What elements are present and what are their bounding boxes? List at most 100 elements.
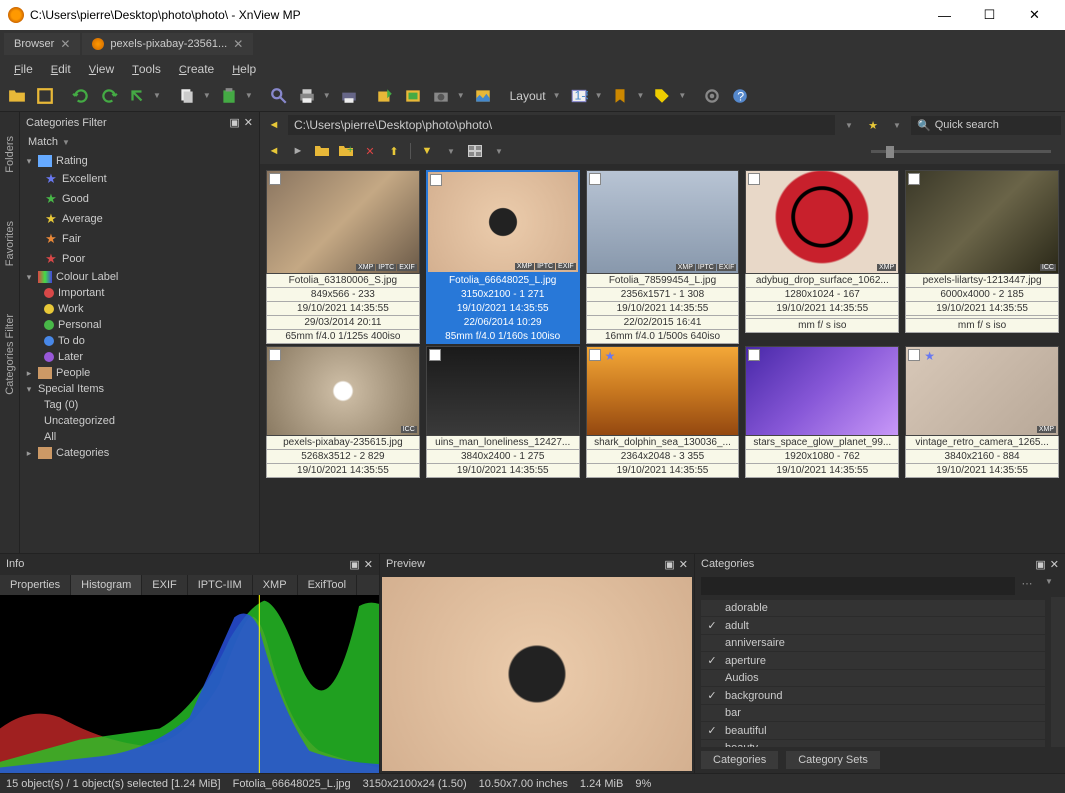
category-item[interactable]: ✓background bbox=[701, 687, 1045, 704]
close-icon[interactable]: ✕ bbox=[60, 37, 70, 51]
thumb-checkbox[interactable] bbox=[589, 173, 601, 185]
refresh-cw-button[interactable] bbox=[96, 83, 122, 109]
export-button[interactable] bbox=[372, 83, 398, 109]
categories-filter-tab[interactable]: Categories Filter bbox=[4, 310, 16, 399]
menu-file[interactable]: File bbox=[6, 60, 41, 78]
category-more-button[interactable]: ⋯ bbox=[1017, 577, 1037, 595]
dropdown-icon[interactable]: ▼ bbox=[200, 91, 214, 100]
tab-image[interactable]: pexels-pixabay-23561...✕ bbox=[82, 33, 253, 55]
thumb-checkbox[interactable] bbox=[430, 174, 442, 186]
category-item[interactable]: anniversaire bbox=[701, 635, 1045, 651]
camera-button[interactable] bbox=[428, 83, 454, 109]
thumbnail-cell[interactable]: ICCpexels-lilartsy-1213447.jpg6000x4000 … bbox=[905, 170, 1059, 344]
undock-icon[interactable]: ▣ bbox=[664, 558, 674, 571]
close-icon[interactable]: ✕ bbox=[679, 558, 688, 571]
tree-todo[interactable]: To do bbox=[20, 333, 259, 349]
thumbnail-cell[interactable]: ICCpexels-pixabay-235615.jpg5268x3512 - … bbox=[266, 346, 420, 478]
dropdown-icon[interactable]: ▼ bbox=[441, 141, 461, 161]
dropdown-icon[interactable]: ▼ bbox=[592, 91, 606, 100]
close-icon[interactable]: ✕ bbox=[244, 116, 253, 129]
tab-iptc[interactable]: IPTC-IIM bbox=[188, 575, 253, 595]
dropdown-icon[interactable]: ▼ bbox=[1039, 577, 1059, 595]
thumb-checkbox[interactable] bbox=[589, 349, 601, 361]
tab-category-sets[interactable]: Category Sets bbox=[786, 751, 880, 769]
picture-button[interactable] bbox=[470, 83, 496, 109]
batch-button[interactable] bbox=[400, 83, 426, 109]
tree-good[interactable]: ★Good bbox=[20, 189, 259, 209]
thumbnail-cell[interactable]: ★XMPvintage_retro_camera_1265...3840x216… bbox=[905, 346, 1059, 478]
quick-search[interactable]: 🔍Quick search bbox=[911, 116, 1061, 135]
tree-categories[interactable]: ▸Categories bbox=[20, 445, 259, 461]
thumb-checkbox[interactable] bbox=[429, 349, 441, 361]
thumb-checkbox[interactable] bbox=[908, 173, 920, 185]
settings-button[interactable] bbox=[699, 83, 725, 109]
path-field[interactable]: C:\Users\pierre\Desktop\photo\photo\ bbox=[288, 115, 835, 135]
refresh-ccw-button[interactable] bbox=[68, 83, 94, 109]
tab-histogram[interactable]: Histogram bbox=[71, 575, 142, 595]
layout-label[interactable]: Layout bbox=[506, 89, 550, 103]
fullscreen-button[interactable] bbox=[32, 83, 58, 109]
tab-categories[interactable]: Categories bbox=[701, 751, 778, 769]
path-dropdown[interactable]: ▼ bbox=[839, 115, 859, 135]
category-item[interactable]: beauty bbox=[701, 740, 1045, 747]
folders-tab[interactable]: Folders bbox=[4, 132, 16, 177]
filter-button[interactable]: ▼ bbox=[417, 141, 437, 161]
help-button[interactable]: ? bbox=[727, 83, 753, 109]
thumbnail-cell[interactable]: ★shark_dolphin_sea_130036_...2364x2048 -… bbox=[586, 346, 740, 478]
sort-button[interactable]: 1-5 bbox=[566, 83, 592, 109]
close-icon[interactable]: ✕ bbox=[1050, 558, 1059, 571]
close-button[interactable]: ✕ bbox=[1012, 0, 1057, 30]
match-dropdown[interactable]: Match▼ bbox=[20, 133, 259, 151]
tab-properties[interactable]: Properties bbox=[0, 575, 71, 595]
tab-exif[interactable]: EXIF bbox=[142, 575, 187, 595]
maximize-button[interactable]: ☐ bbox=[967, 0, 1012, 30]
tab-browser[interactable]: Browser✕ bbox=[4, 33, 80, 55]
search-button[interactable] bbox=[266, 83, 292, 109]
minimize-button[interactable]: — bbox=[922, 0, 967, 30]
dropdown-icon[interactable]: ▼ bbox=[633, 91, 647, 100]
tree-uncategorized[interactable]: Uncategorized bbox=[20, 413, 259, 429]
menu-help[interactable]: Help bbox=[224, 60, 264, 78]
tree-average[interactable]: ★Average bbox=[20, 209, 259, 229]
tree-rating[interactable]: ▾Rating bbox=[20, 153, 259, 169]
close-icon[interactable]: ✕ bbox=[364, 558, 373, 571]
tree-people[interactable]: ▸People bbox=[20, 365, 259, 381]
dropdown-icon[interactable]: ▼ bbox=[887, 115, 907, 135]
nav-back[interactable]: ◄ bbox=[264, 141, 284, 161]
close-icon[interactable]: ✕ bbox=[233, 37, 243, 51]
print-button[interactable] bbox=[294, 83, 320, 109]
up-button[interactable]: ⬆ bbox=[384, 141, 404, 161]
thumb-checkbox[interactable] bbox=[748, 349, 760, 361]
favorite-button[interactable]: ★ bbox=[863, 115, 883, 135]
category-filter-input[interactable] bbox=[701, 577, 1015, 595]
category-item[interactable]: Audios bbox=[701, 670, 1045, 686]
menu-edit[interactable]: Edit bbox=[43, 60, 79, 78]
thumbnail-cell[interactable]: stars_space_glow_planet_99...1920x1080 -… bbox=[745, 346, 899, 478]
tree-fair[interactable]: ★Fair bbox=[20, 229, 259, 249]
tree-all[interactable]: All bbox=[20, 429, 259, 445]
back-button[interactable]: ◄ bbox=[264, 115, 284, 135]
view-mode-button[interactable] bbox=[465, 141, 485, 161]
undock-icon[interactable]: ▣ bbox=[1035, 558, 1045, 571]
bookmark-button[interactable] bbox=[607, 83, 633, 109]
category-item[interactable]: ✓adult bbox=[701, 617, 1045, 634]
folder-button[interactable] bbox=[312, 141, 332, 161]
menu-create[interactable]: Create bbox=[171, 60, 222, 78]
thumbnail-cell[interactable]: XMPIPTCEXIFFotolia_78599454_L.jpg2356x15… bbox=[586, 170, 740, 344]
category-item[interactable]: ✓beautiful bbox=[701, 722, 1045, 739]
nav-forward[interactable]: ► bbox=[288, 141, 308, 161]
tag-button[interactable] bbox=[649, 83, 675, 109]
thumbnail-cell[interactable]: XMPIPTCEXIFFotolia_63180006_S.jpg849x566… bbox=[266, 170, 420, 344]
tab-exiftool[interactable]: ExifTool bbox=[298, 575, 358, 595]
paste-button[interactable] bbox=[216, 83, 242, 109]
dropdown-icon[interactable]: ▼ bbox=[320, 91, 334, 100]
menu-view[interactable]: View bbox=[81, 60, 122, 78]
tab-xmp[interactable]: XMP bbox=[253, 575, 298, 595]
tree-personal[interactable]: Personal bbox=[20, 317, 259, 333]
dropdown-icon[interactable]: ▼ bbox=[675, 91, 689, 100]
open-button[interactable] bbox=[4, 83, 30, 109]
tree-colour[interactable]: ▾Colour Label bbox=[20, 269, 259, 285]
rotate-button[interactable] bbox=[124, 83, 150, 109]
tree-later[interactable]: Later bbox=[20, 349, 259, 365]
copy-button[interactable] bbox=[174, 83, 200, 109]
